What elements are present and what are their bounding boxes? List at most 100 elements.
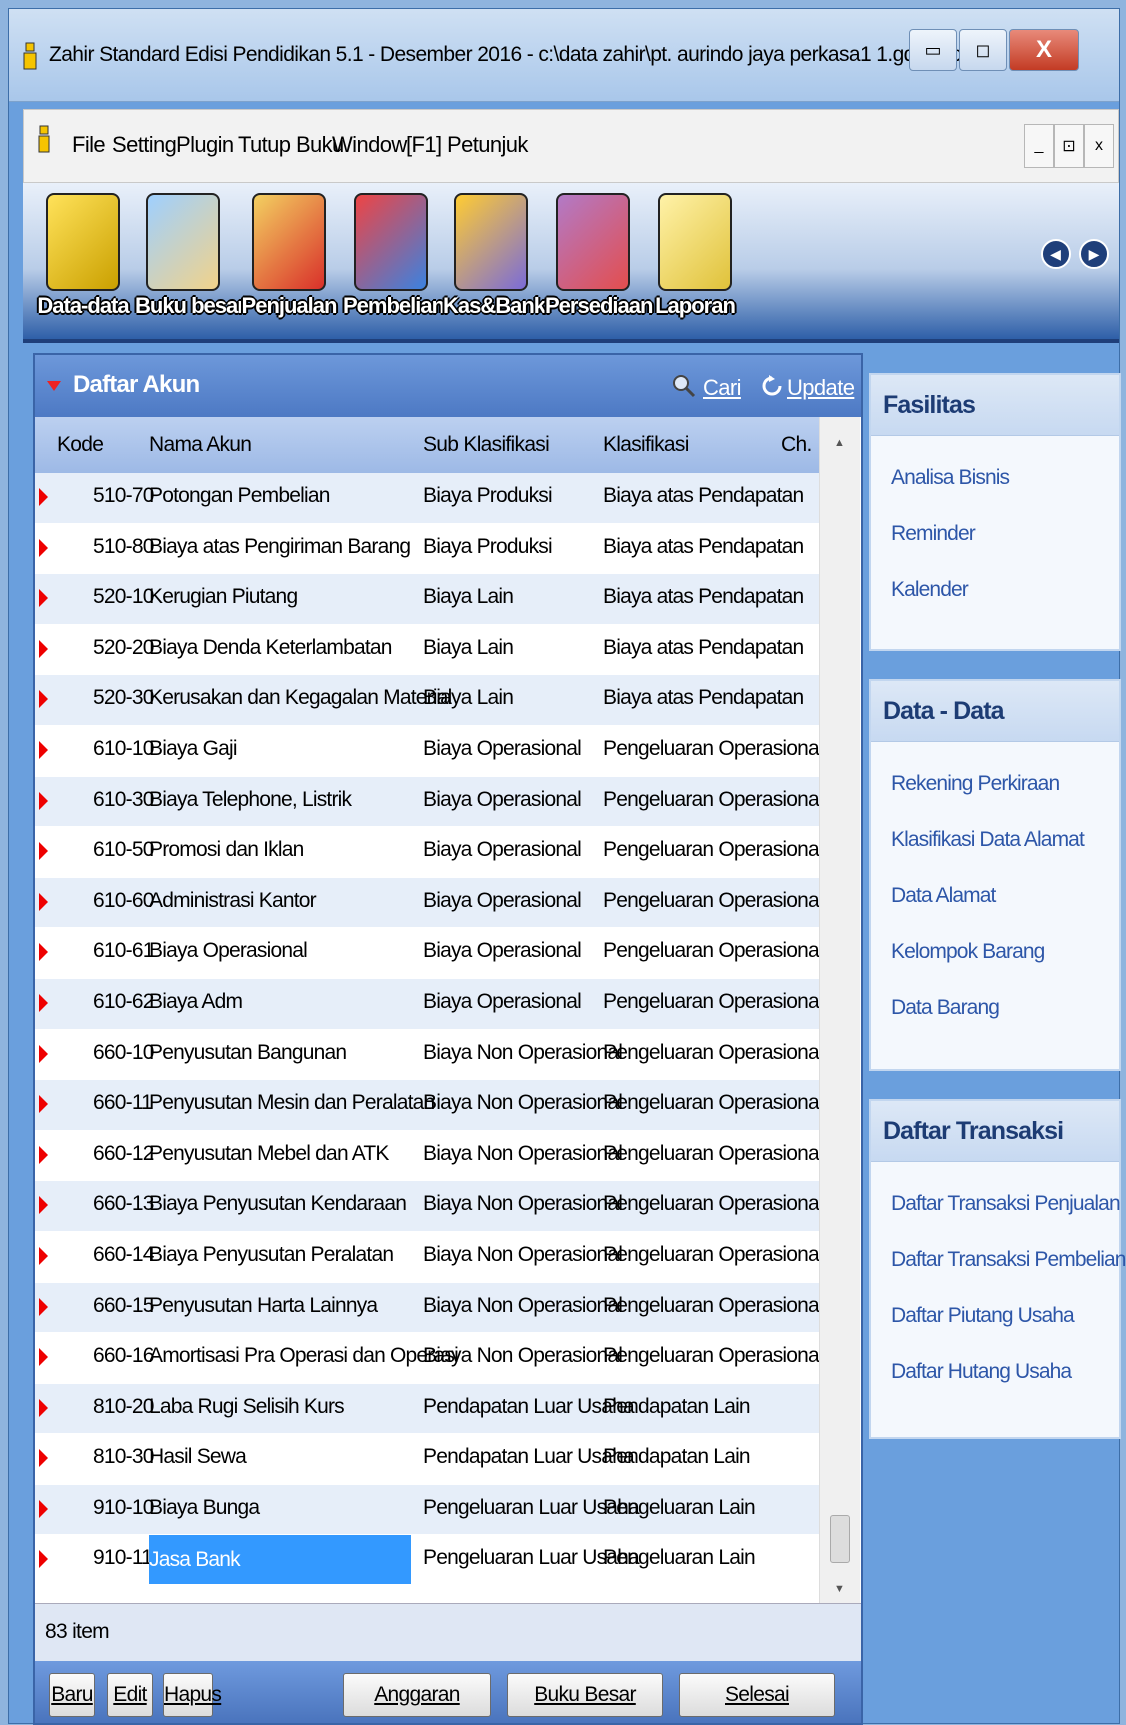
toolbar-laporan[interactable]: Laporan (647, 187, 743, 333)
table-row[interactable]: 660-14 Biaya Penyusutan Peralatan Biaya No… (35, 1232, 824, 1283)
link-data-barang[interactable]: Data Barang (891, 980, 1119, 1036)
table-row[interactable]: 610-62 Biaya Adm Biaya Operasional Pengelua… (35, 978, 824, 1030)
link-reminder[interactable]: Reminder (891, 506, 1119, 562)
menu-file[interactable]: File (72, 132, 106, 158)
col-kode[interactable]: Kode (57, 433, 104, 457)
maximize-button[interactable]: ◻ (959, 29, 1007, 71)
table-row[interactable]: 910-10 Biaya Bunga Pengeluaran Luar Usaha P… (35, 1484, 819, 1536)
close-button[interactable]: X (1009, 29, 1079, 71)
table-row[interactable]: 660-10 Penyusutan Bangunan Biaya Non Opera… (35, 1030, 824, 1081)
link-transaksi-penjualan[interactable]: Daftar Transaksi Penjualan (891, 1176, 1121, 1232)
table-row[interactable]: 660-11 Penyusutan Mesin dan Peralatan Biay… (35, 1080, 824, 1131)
menu-setting[interactable]: Setting (112, 132, 177, 158)
collapse-triangle-icon[interactable] (47, 381, 61, 391)
table-row[interactable]: 660-16 Amortisasi Pra Operasi dan Operasi… (35, 1333, 824, 1384)
table-row[interactable]: 610-61 Biaya Operasional Biaya Operasional… (35, 928, 824, 979)
col-ch[interactable]: Ch. (781, 433, 812, 457)
grid-rows: 510-70 Potongan Pembelian Biaya Produksi Bi… (35, 473, 824, 1587)
table-row[interactable]: 520-30 Kerusakan dan Kegagalan Material Bi… (35, 675, 819, 726)
account-grid: Kode Nama Akun Sub Klasifikasi Klasifika… (35, 417, 861, 1603)
hapus-button[interactable]: Hapus (163, 1673, 222, 1717)
nav-right-icon[interactable]: ▶ (1079, 239, 1109, 269)
table-row[interactable]: 610-30 Biaya Telephone, Listrik Biaya Oper… (35, 776, 824, 828)
scroll-down-icon[interactable]: ▼ (834, 1583, 845, 1595)
baru-button[interactable]: Baru (49, 1673, 95, 1717)
cell-kode: 660-11 (93, 1091, 153, 1115)
table-row[interactable]: 660-15 Penyusutan Harta Lainnya Biaya Non … (35, 1282, 824, 1334)
mdi-close-button[interactable]: x (1084, 124, 1114, 168)
link-rekening-perkiraan[interactable]: Rekening Perkiraan (891, 756, 1119, 812)
table-row[interactable]: 510-80 Biaya atas Pengiriman Barang Biaya … (35, 524, 819, 575)
table-row[interactable]: 910-11 Jasa Bank Pengeluaran Luar Usaha Pen… (35, 1535, 819, 1587)
cell-klasifikasi: Pengeluaran Lain (603, 1546, 756, 1570)
update-link[interactable]: Update (787, 375, 855, 401)
cell-klasifikasi: Pendapatan Lain (603, 1445, 751, 1469)
row-marker-icon (39, 993, 48, 1012)
cell-kode: 610-61 (93, 939, 154, 963)
status-bar: 83 item (35, 1603, 861, 1662)
scroll-up-icon[interactable]: ▲ (834, 437, 845, 449)
anggaran-button[interactable]: Anggaran (343, 1673, 491, 1717)
table-row[interactable]: 660-12 Penyusutan Mebel dan ATK Biaya Non … (35, 1131, 824, 1182)
table-row[interactable]: 610-10 Biaya Gaji Biaya Operasional Pengelu… (35, 726, 824, 777)
vertical-scrollbar[interactable]: ▲ ▼ (819, 417, 860, 1603)
scroll-thumb[interactable] (830, 1515, 850, 1563)
toolbar-pembelian[interactable]: Pembelian (343, 187, 445, 333)
search-link[interactable]: Cari (703, 375, 742, 401)
link-klasifikasi-data-alamat[interactable]: Klasifikasi Data Alamat (891, 812, 1119, 868)
col-nama-akun[interactable]: Nama Akun (149, 433, 252, 457)
table-row[interactable]: 810-20 Laba Rugi Selisih Kurs Pendapatan L… (35, 1383, 819, 1435)
col-klasifikasi[interactable]: Klasifikasi (603, 433, 689, 457)
link-hutang-usaha[interactable]: Daftar Hutang Usaha (891, 1344, 1119, 1400)
toolbar-kas-bank[interactable]: Kas&Bank (443, 187, 546, 333)
table-row[interactable]: 610-60 Administrasi Kantor Biaya Operasion… (35, 877, 824, 929)
cell-kode: 660-15 (93, 1293, 154, 1317)
link-kalender[interactable]: Kalender (891, 562, 1119, 618)
search-icon[interactable] (671, 373, 697, 399)
table-row[interactable]: 510-70 Potongan Pembelian Biaya Produksi Bi… (35, 473, 819, 524)
row-marker-icon (39, 1246, 48, 1265)
app-icon (38, 125, 50, 153)
table-row[interactable]: 610-50 Promosi dan Iklan Biaya Operasional… (35, 827, 824, 878)
link-data-alamat[interactable]: Data Alamat (891, 868, 1119, 924)
cell-nama-akun: Administrasi Kantor (149, 888, 317, 912)
cell-sub-klasifikasi: Biaya Operasional (423, 838, 582, 862)
item-count: 83 item (45, 1620, 110, 1643)
cell-kode: 660-13 (93, 1192, 154, 1216)
selesai-button[interactable]: Selesai (679, 1673, 835, 1717)
table-row[interactable]: 520-10 Kerugian Piutang Biaya Lain Biaya at… (35, 574, 819, 625)
minimize-button[interactable]: ▭ (909, 29, 957, 71)
cell-nama-akun: Promosi dan Iklan (149, 838, 304, 862)
cell-sub-klasifikasi: Biaya Operasional (423, 989, 582, 1013)
link-transaksi-pembelian[interactable]: Daftar Transaksi Pembelian (891, 1232, 1126, 1288)
mdi-restore-button[interactable]: ⊡ (1054, 124, 1084, 168)
cell-klasifikasi: Biaya atas Pendapatan (603, 534, 804, 558)
menu-tutup-buku[interactable]: Tutup Buku (238, 132, 344, 158)
menu-plugin[interactable]: Plugin (176, 132, 234, 158)
table-row[interactable]: 520-20 Biaya Denda Keterlambatan Biaya Lai… (35, 625, 819, 676)
table-row[interactable]: 660-13 Biaya Penyusutan Kendaraan Biaya No… (35, 1181, 824, 1232)
table-row[interactable]: 810-30 Hasil Sewa Pendapatan Luar Usaha Pen… (35, 1434, 819, 1485)
toolbar-penjualan[interactable]: Penjualan (241, 187, 337, 333)
edit-button[interactable]: Edit (107, 1673, 153, 1717)
app-window: Zahir Standard Edisi Pendidikan 5.1 - De… (8, 8, 1126, 1725)
menu-petunjuk[interactable]: [F1] Petunjuk (406, 132, 528, 158)
nav-left-icon[interactable]: ◀ (1040, 239, 1071, 269)
link-kelompok-barang[interactable]: Kelompok Barang (891, 924, 1119, 980)
refresh-icon[interactable] (761, 375, 783, 397)
link-piutang-usaha[interactable]: Daftar Piutang Usaha (891, 1288, 1119, 1344)
cell-sub-klasifikasi: Biaya Operasional (423, 787, 582, 811)
cell-nama-akun: Jasa Bank (149, 1535, 411, 1585)
mdi-minimize-button[interactable]: _ (1024, 124, 1054, 168)
link-analisa-bisnis[interactable]: Analisa Bisnis (891, 450, 1119, 506)
menu-window[interactable]: Window (332, 132, 407, 158)
toolbar-persediaan[interactable]: Persediaan (545, 187, 653, 333)
row-marker-icon (39, 1499, 48, 1518)
cell-nama-akun: Biaya Telephone, Listrik (149, 787, 352, 811)
row-marker-icon (39, 1196, 48, 1215)
toolbar-data-data[interactable]: Data-data (35, 187, 131, 333)
buku-besar-button[interactable]: Buku Besar (507, 1673, 663, 1717)
toolbar-buku-besar[interactable]: Buku besar (135, 187, 246, 333)
col-sub-klasifikasi[interactable]: Sub Klasifikasi (423, 433, 550, 457)
row-marker-icon (39, 690, 48, 709)
